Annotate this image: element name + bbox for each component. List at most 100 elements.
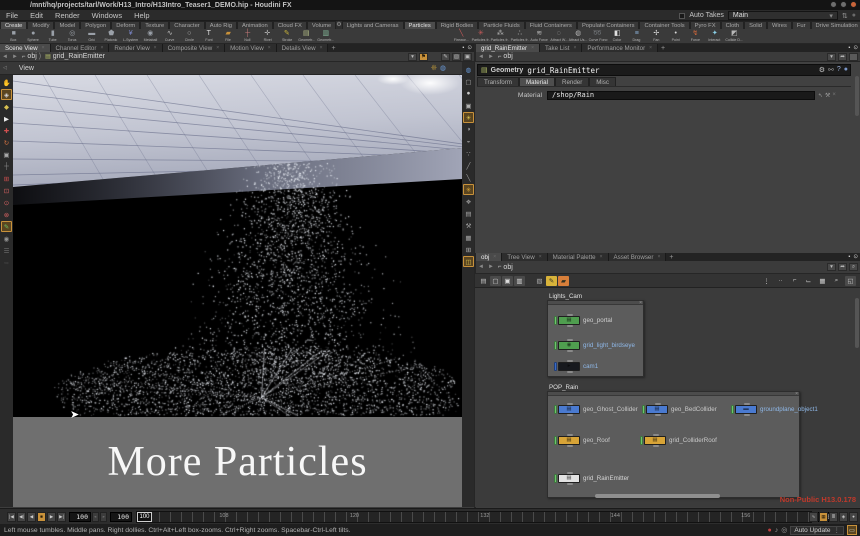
network-box-pop-rain[interactable]: POP_Rain × ▦ geo_Ghost_Collider ▦ geo_Be… — [547, 391, 800, 498]
pane-tab[interactable]: Material Palette — [548, 253, 609, 261]
path-dropdown-icon[interactable]: ▾ — [408, 53, 417, 61]
secure-selection-icon[interactable]: ✋ — [1, 77, 12, 88]
folder-tab[interactable]: Misc — [589, 77, 616, 86]
shelf-tab[interactable]: Container Tools — [639, 21, 689, 29]
folder-tab[interactable]: Transform — [477, 77, 519, 86]
auto-update-selector[interactable]: Auto Update ⋮ — [790, 526, 844, 535]
audio-panel-icon[interactable]: ≣ — [829, 512, 838, 522]
help-icon[interactable]: ? — [837, 66, 841, 74]
pose-tool-icon[interactable]: ┼ — [1, 161, 12, 172]
curve-tool[interactable]: ∿ Curve — [160, 29, 180, 44]
playback-options-icon[interactable]: ▦ — [819, 512, 828, 522]
lsystem-tool[interactable]: ¥ L-System — [121, 29, 141, 44]
shelf-tab[interactable]: Animation — [237, 21, 273, 29]
menu-item[interactable]: Render — [49, 11, 86, 20]
root-icon[interactable]: ⌐ — [498, 54, 502, 60]
tube-tool[interactable]: ▮ Tube — [43, 29, 63, 44]
visibility-tool-icon[interactable]: ➥ — [1, 257, 12, 268]
null-tool[interactable]: ┼ Null — [238, 29, 258, 44]
pane-split-icon[interactable]: ▪ — [848, 254, 850, 260]
view-pivot-icon[interactable]: ● — [463, 88, 474, 99]
box-collapse-icon[interactable]: × — [639, 300, 642, 306]
circle-tool[interactable]: ○ Circle — [180, 29, 200, 44]
node-label[interactable]: groundplane_object1 — [760, 406, 818, 413]
node-flag[interactable] — [554, 316, 557, 325]
node-icon[interactable]: ▦ — [644, 436, 666, 445]
operator-name-field[interactable]: grid_RainEmitter — [527, 66, 599, 75]
gallery-icon[interactable]: ▧ — [534, 276, 545, 286]
display-normals-icon[interactable]: ╱ — [463, 160, 474, 171]
timeline[interactable]: 108120132144156 100 — [136, 511, 812, 523]
collide-tool[interactable]: ◩ Collide D... — [725, 29, 745, 44]
gear-icon[interactable]: ⚙ — [819, 66, 825, 74]
jump-icon[interactable]: ⚯ — [828, 66, 834, 74]
fan-tool[interactable]: ✢ Fan — [647, 29, 667, 44]
color-tool[interactable]: ◧ Color — [608, 29, 628, 44]
frame-field-1[interactable]: 100 — [69, 512, 91, 522]
pane-tab[interactable]: grid_RainEmitter — [476, 44, 540, 52]
rotate-tool-icon[interactable]: ↻ — [1, 137, 12, 148]
menu-item[interactable]: Edit — [24, 11, 49, 20]
network-box-header[interactable] — [548, 301, 643, 305]
fireworks-tool[interactable]: ╲ Firewor... — [452, 29, 472, 44]
display-options-icon[interactable]: ⚒ — [463, 220, 474, 231]
fullscreen-icon[interactable]: ◱ — [845, 276, 856, 286]
grid-toggle-icon[interactable]: ⊞ — [463, 244, 474, 255]
menu-item[interactable]: Windows — [86, 11, 128, 20]
shape-palette-icon[interactable]: ▰ — [558, 276, 569, 286]
box-collapse-icon[interactable]: × — [795, 391, 798, 397]
sculpt-tool-icon[interactable]: ◉ — [1, 233, 12, 244]
range-lock-icon[interactable]: » — [100, 512, 107, 522]
particles-from-volume-tool[interactable]: ∴ Particles fr... — [510, 29, 530, 44]
shelf-tab[interactable]: Character — [169, 21, 204, 29]
magnify-icon[interactable]: ⌕ — [831, 276, 842, 286]
add-tab-icon[interactable]: + — [666, 253, 676, 261]
node-icon[interactable]: ▦ — [558, 436, 580, 445]
shelf-tab[interactable]: Fur — [792, 21, 811, 29]
pane-tab[interactable]: Channel Editor — [51, 44, 110, 52]
new-tab-icon[interactable]: ▢ — [490, 276, 501, 286]
folder-tab[interactable]: Material — [519, 77, 555, 86]
shelf-tab[interactable]: Create — [0, 21, 27, 29]
network-editor[interactable]: Lights_Cam × ▦ geo_portal ◉ grid_light_b… — [475, 288, 860, 507]
grid-tool[interactable]: ▬ Grid — [82, 29, 102, 44]
auto-force-tool[interactable]: ≋ Auto Force — [530, 29, 550, 44]
display-points-icon[interactable]: ∵ — [463, 148, 474, 159]
arrange-icon[interactable]: ⌙ — [803, 276, 814, 286]
paste-icon[interactable]: ▥ — [514, 276, 525, 286]
add-tab-icon[interactable]: + — [658, 44, 668, 52]
dope-sheet-icon[interactable]: ● — [849, 512, 858, 522]
path-root[interactable]: obj — [27, 53, 36, 60]
sphere-tool[interactable]: ● Sphere — [24, 29, 44, 44]
notification-icon[interactable]: ● — [852, 12, 856, 19]
select-tool-icon[interactable]: ▶ — [1, 113, 12, 124]
shelf-tab[interactable]: Cloth — [721, 21, 745, 29]
shelf-tab[interactable]: Rigid Bodies — [436, 21, 479, 29]
path-node[interactable]: grid_RainEmitter — [53, 53, 105, 60]
auto-takes-checkbox[interactable] — [679, 13, 685, 19]
network-box-lights-cam[interactable]: Lights_Cam × ▦ geo_portal ◉ grid_light_b… — [547, 300, 644, 377]
pane-tab[interactable]: obj — [476, 253, 502, 261]
bookmark-icon[interactable]: ⚑ — [419, 53, 428, 61]
node-geo-roof[interactable]: ▦ geo_Roof — [554, 435, 610, 445]
camera-lock-icon[interactable]: ▢ — [463, 76, 474, 87]
jump-up-icon[interactable]: ➦ — [838, 263, 847, 271]
node-label[interactable]: grid_ColliderRoof — [669, 437, 717, 444]
pane-split-icon[interactable]: ▪ — [462, 45, 464, 51]
attract-using-tool[interactable]: ◍ Attract Us... — [569, 29, 589, 44]
add-tab-icon[interactable]: + — [328, 44, 338, 52]
pane-tab[interactable]: Performance Monitor — [582, 44, 658, 52]
display-wire-icon[interactable]: ╲ — [463, 172, 474, 183]
snap-primitive-icon[interactable]: ⊡ — [1, 185, 12, 196]
pane-tab[interactable]: Asset Browser — [609, 253, 667, 261]
shelf-tab[interactable]: Wires — [767, 21, 792, 29]
node-icon[interactable]: ◉ — [558, 341, 580, 350]
node-icon[interactable]: ▸ — [558, 362, 580, 371]
current-frame-marker[interactable]: 100 — [137, 512, 152, 522]
frame-icon[interactable]: ▣ — [463, 53, 472, 61]
pane-tab[interactable]: Render View — [109, 44, 162, 52]
node-icon[interactable]: ▬ — [735, 405, 757, 414]
path-root[interactable]: obj — [503, 53, 512, 60]
pane-tab[interactable]: Motion View — [225, 44, 277, 52]
path-dropdown-icon[interactable]: ▾ — [827, 53, 836, 61]
